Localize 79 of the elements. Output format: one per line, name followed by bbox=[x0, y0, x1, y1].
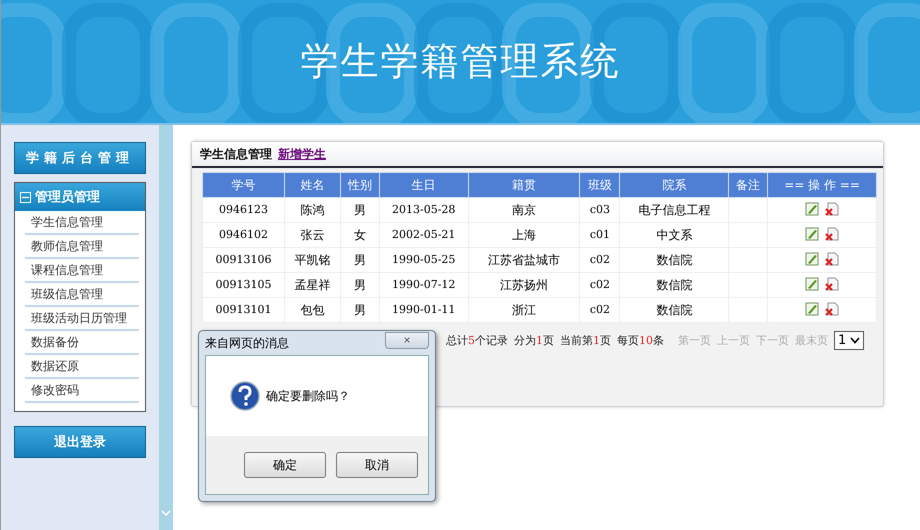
column-header: 院系 bbox=[620, 172, 729, 198]
pagination-info: 每页10条 bbox=[617, 333, 664, 348]
table-cell: 男 bbox=[340, 272, 380, 298]
pagination-info: 总计5个记录 bbox=[446, 333, 508, 348]
column-header: 学号 bbox=[202, 172, 284, 198]
table-cell: 包包 bbox=[284, 298, 340, 322]
column-header: 姓名 bbox=[284, 172, 340, 198]
column-header: 生日 bbox=[379, 172, 468, 198]
sidebar-item[interactable]: 班级活动日历管理 bbox=[25, 307, 139, 331]
cancel-button[interactable]: 取消 bbox=[336, 452, 418, 478]
table-cell: 江苏省盐城市 bbox=[468, 248, 580, 272]
edit-icon[interactable] bbox=[805, 226, 820, 240]
panel-title: 学生信息管理 bbox=[200, 146, 272, 162]
table-cell: 00913105 bbox=[202, 272, 284, 298]
sidebar-item[interactable]: 班级信息管理 bbox=[25, 283, 139, 307]
table-cell: 男 bbox=[340, 198, 380, 222]
confirm-button[interactable]: 确定 bbox=[244, 452, 326, 478]
table-cell: 0946123 bbox=[202, 198, 284, 222]
table-cell: 男 bbox=[340, 298, 380, 322]
table-cell: 南京 bbox=[468, 198, 580, 222]
table-cell: 1990-05-25 bbox=[379, 248, 468, 272]
delete-icon[interactable] bbox=[825, 302, 840, 316]
dialog-title: 来自网页的消息 bbox=[205, 334, 289, 352]
sidebar-item[interactable]: 修改密码 bbox=[25, 379, 139, 403]
delete-icon[interactable] bbox=[825, 202, 840, 216]
table-cell: c02 bbox=[580, 272, 620, 298]
chevron-down-icon bbox=[850, 337, 860, 344]
sidebar-item[interactable]: 课程信息管理 bbox=[25, 259, 139, 283]
table-cell: 1990-01-11 bbox=[379, 298, 468, 322]
sidebar-item[interactable]: 学生信息管理 bbox=[25, 211, 139, 235]
delete-icon[interactable] bbox=[825, 276, 840, 290]
table-cell: c02 bbox=[580, 298, 620, 322]
table-cell: 浙江 bbox=[468, 298, 580, 322]
table-cell: 数信院 bbox=[620, 272, 729, 298]
column-header: 性别 bbox=[340, 172, 380, 198]
edit-icon[interactable] bbox=[805, 252, 820, 266]
close-button[interactable]: × bbox=[385, 332, 429, 348]
table-cell: 2002-05-21 bbox=[379, 222, 468, 248]
table-cell: 张云 bbox=[284, 222, 340, 248]
table-cell: 00913106 bbox=[202, 248, 284, 272]
column-header: == 操 作 == bbox=[768, 172, 876, 198]
delete-icon[interactable] bbox=[825, 226, 840, 240]
table-cell: 中文系 bbox=[620, 222, 729, 248]
delete-icon[interactable] bbox=[825, 252, 840, 266]
table-cell: 孟星祥 bbox=[284, 272, 340, 298]
table-cell: 数信院 bbox=[620, 248, 729, 272]
pagination-info: 当前第1页 bbox=[560, 333, 611, 348]
table-cell: 平凯铭 bbox=[284, 248, 340, 272]
menu-group-title: 管理员管理 bbox=[35, 189, 100, 206]
table-cell: c01 bbox=[580, 222, 620, 248]
add-student-link[interactable]: 新增学生 bbox=[278, 146, 326, 162]
table-cell: 数信院 bbox=[620, 298, 729, 322]
table-cell: c03 bbox=[580, 198, 620, 222]
page-select[interactable]: 1 bbox=[834, 331, 864, 350]
table-cell: 0946102 bbox=[202, 222, 284, 248]
table-cell: 陈鸿 bbox=[284, 198, 340, 222]
edit-icon[interactable] bbox=[805, 276, 820, 290]
table-cell: 2013-05-28 bbox=[379, 198, 468, 222]
dialog-message: 确定要删除吗？ bbox=[266, 388, 350, 404]
edit-icon[interactable] bbox=[805, 302, 820, 316]
edit-icon[interactable] bbox=[805, 202, 820, 216]
site-title: 学生学籍管理系统 bbox=[300, 38, 620, 85]
table-cell: 上海 bbox=[468, 222, 580, 248]
sidebar-title: 学籍后台管理 bbox=[14, 142, 146, 174]
column-header: 籍贯 bbox=[468, 172, 580, 198]
table-cell: c02 bbox=[580, 248, 620, 272]
table-cell: 女 bbox=[340, 222, 380, 248]
table-cell: 00913101 bbox=[202, 298, 284, 322]
table-cell: 1990-07-12 bbox=[379, 272, 468, 298]
sidebar-item[interactable]: 数据备份 bbox=[25, 331, 139, 355]
table-cell: 电子信息工程 bbox=[620, 198, 729, 222]
column-header: 班级 bbox=[580, 172, 620, 198]
column-header: 备注 bbox=[728, 172, 768, 198]
table-cell: 江苏扬州 bbox=[468, 272, 580, 298]
sidebar-item[interactable]: 教师信息管理 bbox=[25, 235, 139, 259]
sidebar-item[interactable]: 数据还原 bbox=[25, 355, 139, 379]
question-icon bbox=[230, 381, 260, 411]
table-cell: 男 bbox=[340, 248, 380, 272]
pagination-info: 分为1页 bbox=[514, 333, 554, 348]
